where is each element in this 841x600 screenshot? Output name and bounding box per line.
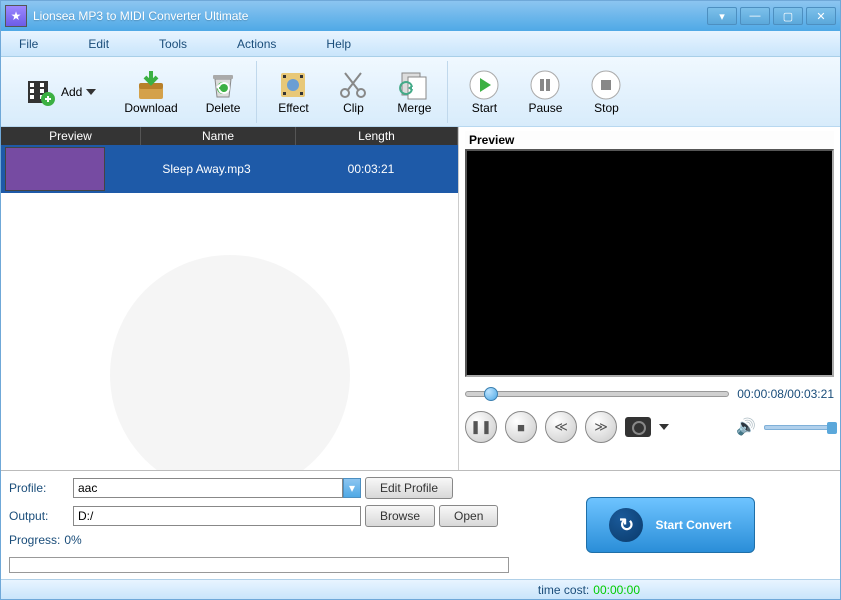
player-stop-button[interactable]: ■ — [505, 411, 537, 443]
clip-label: Clip — [343, 101, 364, 115]
download-icon — [135, 69, 167, 101]
volume-slider[interactable] — [764, 425, 834, 430]
player-rewind-button[interactable]: ≪ — [545, 411, 577, 443]
output-settings: Profile: aac ▾ Edit Profile Output: D:/ … — [9, 477, 509, 573]
preview-pane: Preview 00:00:08/00:03:21 ❚❚ ■ ≪ ≫ 🔊 — [459, 127, 840, 470]
volume-thumb[interactable] — [827, 422, 837, 434]
toolbar: Add Download Delete — [1, 57, 840, 127]
timecost-label: time cost: — [538, 583, 589, 597]
player-pause-button[interactable]: ❚❚ — [465, 411, 497, 443]
open-button[interactable]: Open — [439, 505, 498, 527]
progress-value: 0% — [64, 533, 81, 547]
list-header: Preview Name Length — [1, 127, 458, 145]
seek-row: 00:00:08/00:03:21 — [465, 387, 834, 401]
stop-icon — [590, 69, 622, 101]
profile-value[interactable]: aac — [73, 478, 343, 498]
start-label: Start — [472, 101, 497, 115]
playback-controls: ❚❚ ■ ≪ ≫ 🔊 — [465, 411, 834, 443]
film-add-icon — [25, 76, 57, 108]
row-length: 00:03:21 — [284, 162, 458, 176]
minimize-button[interactable]: — — [740, 7, 770, 25]
add-button[interactable]: Add — [15, 63, 106, 121]
time-display: 00:00:08/00:03:21 — [737, 387, 834, 401]
start-button[interactable]: Start — [458, 63, 510, 121]
video-box[interactable] — [465, 149, 834, 377]
player-forward-button[interactable]: ≫ — [585, 411, 617, 443]
titlebar: ★ Lionsea MP3 to MIDI Converter Ultimate… — [1, 1, 840, 31]
download-label: Download — [124, 101, 177, 115]
convert-icon: ↻ — [609, 508, 643, 542]
pause-label: Pause — [528, 101, 562, 115]
list-body[interactable]: Sleep Away.mp3 00:03:21 — [1, 145, 458, 470]
bottom-panel: Profile: aac ▾ Edit Profile Output: D:/ … — [1, 470, 840, 579]
timecost-value: 00:00:00 — [593, 583, 640, 597]
row-thumbnail — [5, 147, 105, 191]
col-preview[interactable]: Preview — [1, 127, 141, 145]
maximize-button[interactable]: ▢ — [773, 7, 803, 25]
progress-bar — [9, 557, 509, 573]
row-name: Sleep Away.mp3 — [109, 162, 284, 176]
effect-label: Effect — [278, 101, 308, 115]
merge-icon — [398, 69, 430, 101]
file-list-pane: Preview Name Length Sleep Away.mp3 00:03… — [1, 127, 459, 470]
pause-icon — [529, 69, 561, 101]
output-label: Output: — [9, 509, 69, 523]
output-path[interactable]: D:/ — [73, 506, 361, 526]
clip-button[interactable]: Clip — [327, 63, 379, 121]
snapshot-icon[interactable] — [625, 417, 651, 437]
seek-slider[interactable] — [465, 391, 729, 397]
convert-label: Start Convert — [655, 518, 731, 532]
add-label: Add — [61, 85, 82, 99]
profile-combo[interactable]: aac ▾ — [73, 478, 361, 498]
window-controls: ▾ — ▢ ✕ — [707, 7, 836, 25]
col-length[interactable]: Length — [296, 127, 458, 145]
scissors-icon — [337, 69, 369, 101]
col-name[interactable]: Name — [141, 127, 296, 145]
merge-button[interactable]: Merge — [387, 63, 441, 121]
profile-label: Profile: — [9, 481, 69, 495]
preview-label: Preview — [465, 131, 834, 149]
menu-help[interactable]: Help — [316, 33, 361, 55]
delete-button[interactable]: Delete — [196, 63, 251, 121]
menu-edit[interactable]: Edit — [78, 33, 119, 55]
download-button[interactable]: Download — [114, 63, 187, 121]
menu-file[interactable]: File — [9, 33, 48, 55]
app-window: ★ Lionsea MP3 to MIDI Converter Ultimate… — [0, 0, 841, 600]
menubar: File Edit Tools Actions Help — [1, 31, 840, 57]
merge-label: Merge — [397, 101, 431, 115]
effect-button[interactable]: Effect — [267, 63, 319, 121]
stop-label: Stop — [594, 101, 619, 115]
stop-button[interactable]: Stop — [580, 63, 632, 121]
convert-area: ↻ Start Convert — [509, 477, 832, 573]
volume-icon[interactable]: 🔊 — [736, 417, 756, 437]
snapshot-menu-icon[interactable] — [659, 424, 669, 430]
window-title: Lionsea MP3 to MIDI Converter Ultimate — [33, 9, 707, 23]
app-icon: ★ — [5, 5, 27, 27]
delete-icon — [207, 69, 239, 101]
chevron-down-icon — [86, 89, 96, 95]
edit-profile-button[interactable]: Edit Profile — [365, 477, 453, 499]
close-button[interactable]: ✕ — [806, 7, 836, 25]
effect-icon — [277, 69, 309, 101]
statusbar: time cost: 00:00:00 — [1, 579, 840, 599]
start-convert-button[interactable]: ↻ Start Convert — [586, 497, 754, 553]
seek-thumb[interactable] — [484, 387, 498, 401]
content-area: Preview Name Length Sleep Away.mp3 00:03… — [1, 127, 840, 470]
progress-label: Progress: — [9, 533, 60, 547]
pause-button[interactable]: Pause — [518, 63, 572, 121]
list-row[interactable]: Sleep Away.mp3 00:03:21 — [1, 145, 458, 193]
chevron-down-icon[interactable]: ▾ — [343, 478, 361, 498]
browse-button[interactable]: Browse — [365, 505, 435, 527]
tray-button[interactable]: ▾ — [707, 7, 737, 25]
play-icon — [468, 69, 500, 101]
menu-actions[interactable]: Actions — [227, 33, 286, 55]
menu-tools[interactable]: Tools — [149, 33, 197, 55]
delete-label: Delete — [206, 101, 241, 115]
